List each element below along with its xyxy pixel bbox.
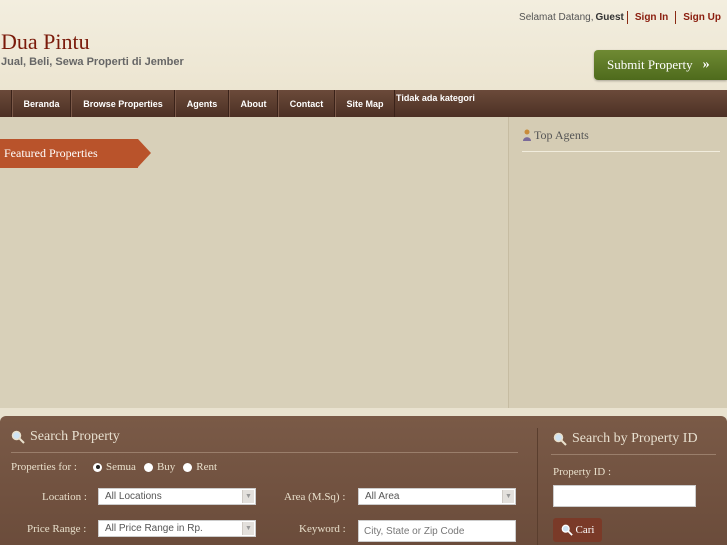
search-property-title: Search Property bbox=[30, 429, 120, 444]
nav-spacer bbox=[0, 90, 12, 117]
magnifier-icon bbox=[553, 432, 567, 446]
nav-item-contact[interactable]: Contact bbox=[278, 90, 335, 117]
radio-rent[interactable] bbox=[183, 462, 193, 472]
location-label: Location : bbox=[42, 491, 87, 503]
price-range-select[interactable]: All Price Range in Rp. ▼ bbox=[98, 520, 256, 537]
sign-up-link[interactable]: Sign Up bbox=[683, 12, 721, 23]
keyword-label: Keyword : bbox=[299, 523, 346, 535]
guest-name: Guest bbox=[595, 12, 624, 23]
divider bbox=[11, 452, 518, 453]
nav-item-about[interactable]: About bbox=[229, 90, 278, 117]
dropdown-arrow-icon: ▼ bbox=[242, 490, 254, 503]
nav-item-browse-properties[interactable]: Browse Properties bbox=[71, 90, 175, 117]
submit-property-label: Submit Property bbox=[607, 57, 693, 72]
price-range-select-value: All Price Range in Rp. bbox=[105, 523, 203, 534]
price-range-label: Price Range : bbox=[27, 523, 87, 535]
radio-buy[interactable] bbox=[143, 462, 153, 472]
nav-item-beranda[interactable]: Beranda bbox=[12, 90, 71, 117]
dropdown-arrow-icon: ▼ bbox=[502, 490, 514, 503]
nav-item-agents[interactable]: Agents bbox=[175, 90, 229, 117]
divider bbox=[675, 11, 677, 24]
search-panel: Search Property Properties for : Semua B… bbox=[0, 416, 727, 545]
radio-buy-label: Buy bbox=[156, 461, 176, 473]
radio-semua-label: Semua bbox=[106, 461, 136, 473]
nav-category-text: Tidak ada kategori bbox=[396, 93, 475, 103]
property-id-label: Property ID : bbox=[553, 466, 612, 478]
radio-rent-label: Rent bbox=[196, 461, 218, 473]
magnifier-icon bbox=[11, 430, 25, 444]
location-select[interactable]: All Locations ▼ bbox=[98, 488, 256, 505]
cari-button[interactable]: Cari bbox=[553, 518, 602, 542]
divider bbox=[626, 11, 628, 24]
area-select-value: All Area bbox=[365, 491, 400, 502]
radio-semua[interactable] bbox=[93, 462, 102, 472]
site-title[interactable]: Dua Pintu bbox=[1, 29, 90, 55]
search-by-id-title: Search by Property ID bbox=[572, 431, 698, 446]
sign-in-link[interactable]: Sign In bbox=[635, 12, 668, 23]
double-chevron-right-icon: » bbox=[702, 57, 710, 72]
featured-properties-label: Featured Properties bbox=[4, 146, 98, 160]
properties-for-label: Properties for : bbox=[11, 461, 77, 473]
site-tagline: Jual, Beli, Sewa Properti di Jember bbox=[1, 56, 184, 68]
area-select[interactable]: All Area ▼ bbox=[358, 488, 516, 505]
top-agents-label: Top Agents bbox=[534, 128, 589, 142]
properties-for-radio-group: Semua Buy Rent bbox=[93, 461, 217, 473]
location-select-value: All Locations bbox=[105, 491, 162, 502]
main-nav: Beranda Browse Properties Agents About C… bbox=[0, 90, 727, 117]
featured-properties-tab: Featured Properties bbox=[0, 139, 151, 168]
top-agents-heading: Top Agents bbox=[522, 128, 720, 152]
person-icon bbox=[523, 129, 531, 141]
panel-divider bbox=[537, 428, 538, 545]
keyword-input[interactable]: City, State or Zip Code bbox=[358, 520, 516, 542]
cari-label: Cari bbox=[575, 524, 595, 536]
submit-property-button[interactable]: Submit Property » bbox=[594, 50, 727, 80]
greeting-text: Selamat Datang, bbox=[519, 12, 594, 23]
sidebar: Top Agents bbox=[508, 117, 727, 408]
magnifier-icon bbox=[561, 524, 573, 536]
nav-item-site-map[interactable]: Site Map bbox=[335, 90, 395, 117]
area-label: Area (M.Sq) : bbox=[284, 491, 346, 503]
property-id-input[interactable] bbox=[553, 485, 696, 507]
user-bar: Selamat Datang, Guest Sign In Sign Up bbox=[519, 11, 721, 24]
main-content: Featured Properties bbox=[0, 117, 508, 408]
search-by-id-heading: Search by Property ID bbox=[553, 431, 698, 447]
divider bbox=[551, 454, 716, 455]
site-header: Selamat Datang, Guest Sign In Sign Up Du… bbox=[0, 0, 727, 90]
dropdown-arrow-icon: ▼ bbox=[242, 522, 254, 535]
search-property-heading: Search Property bbox=[11, 429, 120, 445]
